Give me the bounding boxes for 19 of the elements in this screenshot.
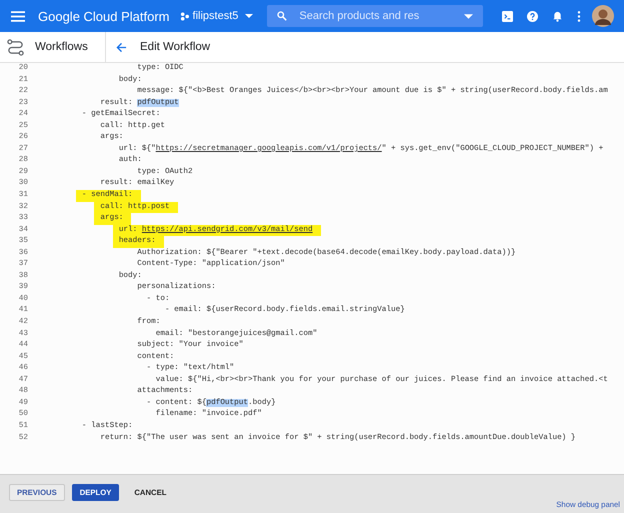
help-icon[interactable] xyxy=(527,10,538,22)
section-title: Workflows xyxy=(35,41,89,53)
more-icon[interactable] xyxy=(577,10,582,22)
notifications-icon[interactable] xyxy=(552,10,564,22)
search-bar[interactable]: Search products and res xyxy=(267,5,484,27)
project-icon xyxy=(180,12,189,20)
terminal-icon[interactable] xyxy=(502,10,514,22)
code-editor[interactable] xyxy=(0,63,624,475)
back-arrow-icon[interactable] xyxy=(116,42,127,52)
caret-icon xyxy=(245,14,254,18)
menu-icon[interactable] xyxy=(11,10,25,22)
page-title: Edit Workflow xyxy=(140,41,210,53)
product-title[interactable]: Google Cloud Platform xyxy=(38,8,170,24)
project-selector[interactable]: filipstest5 xyxy=(180,10,254,22)
search-icon xyxy=(277,11,288,21)
avatar[interactable] xyxy=(592,5,614,27)
workflow-icon xyxy=(7,38,24,56)
caret-icon xyxy=(464,14,474,18)
search-field[interactable]: Search products and res xyxy=(297,9,464,23)
